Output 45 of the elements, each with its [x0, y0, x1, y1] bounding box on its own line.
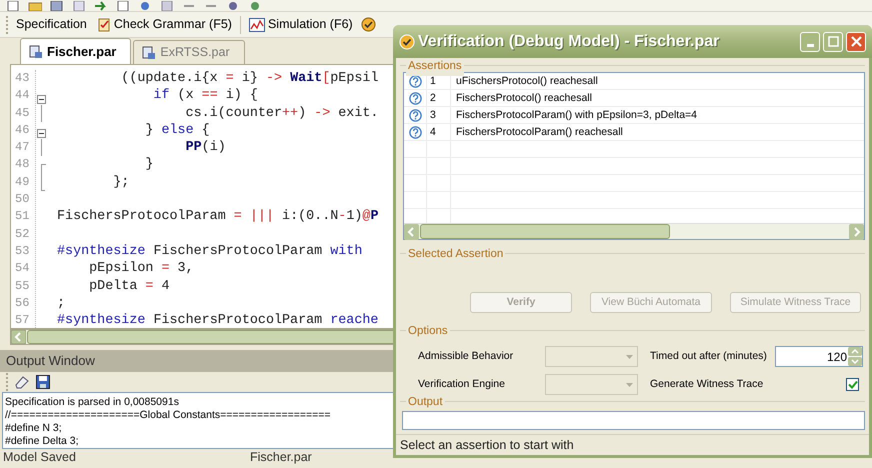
code-line: ((update.i{x = i} -> Wait[pEpsil — [120, 70, 378, 88]
line-number: 51 — [15, 208, 30, 226]
row-number: 1 — [426, 73, 450, 90]
line-number: 48 — [15, 156, 30, 174]
dialog-title: Verification (Debug Model) - Fischer.par — [418, 32, 720, 52]
row-number: 4 — [426, 124, 450, 141]
line-number: 54 — [15, 260, 30, 278]
code-line: pEpsilon = 3, — [88, 260, 194, 278]
output-line: #define Delta 3; — [5, 435, 79, 448]
output-line: Specification is parsed in 0,0085091s — [5, 396, 179, 409]
field-label: Verification Engine — [418, 376, 506, 392]
code-line: } else { — [144, 122, 210, 140]
line-number: 57 — [15, 312, 30, 328]
field-label: Timed out after (minutes) — [650, 348, 768, 364]
status-text: Select an assertion to start with — [400, 436, 574, 454]
row-number: 2 — [426, 90, 450, 107]
code-line: #synthesize FischersProtocolParam with — [57, 242, 362, 260]
line-number: 44 — [15, 87, 30, 104]
code-line: } — [144, 156, 154, 174]
code-line: FischersProtocolParam = ||| i:(0..N-1)@P — [57, 208, 379, 226]
status-text: Fischer.par — [250, 448, 313, 466]
code-line: PP(i) — [184, 139, 226, 156]
code-line: #synthesize FischersProtocolParam reache — [57, 312, 378, 328]
line-number: 45 — [15, 104, 30, 122]
code-line: if (x == i) { — [152, 87, 258, 105]
field-label: Admissible Behavior — [418, 348, 514, 364]
row-number: 3 — [426, 106, 450, 124]
output-line: #define N 3; — [5, 422, 62, 435]
code-line: ; — [57, 294, 66, 312]
line-number: 50 — [15, 191, 30, 208]
code-line: pDelta = 4 — [88, 278, 170, 295]
output-line: //=====================Global Constants================== — [5, 409, 331, 422]
line-number: 43 — [15, 70, 30, 87]
line-number: 53 — [15, 242, 30, 260]
line-number: 49 — [15, 174, 30, 191]
line-number: 47 — [15, 139, 30, 156]
field-label: Generate Witness Trace — [650, 376, 764, 392]
code-line: }; — [112, 174, 130, 192]
code-line: cs.i(counter++) -> exit. — [184, 104, 378, 122]
group-label: Assertions — [406, 58, 464, 76]
line-number: 56 — [15, 294, 30, 312]
line-number: 52 — [15, 226, 30, 243]
line-number: 46 — [15, 122, 30, 139]
status-text: Model Saved — [2, 448, 77, 466]
line-number: 55 — [15, 278, 30, 295]
